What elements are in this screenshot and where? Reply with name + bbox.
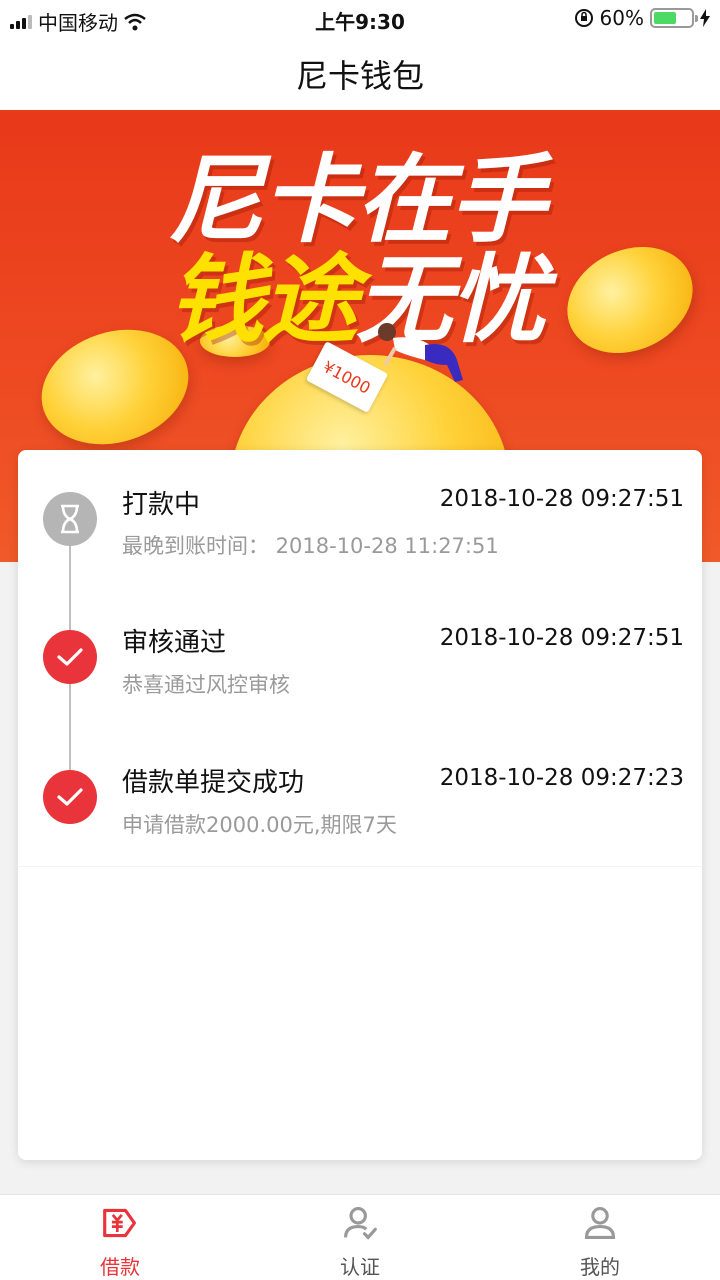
step-title: 审核通过 (122, 628, 227, 658)
step-subtitle: 最晚到账时间： 2018-10-28 11:27:51 (122, 534, 499, 558)
tab-profile[interactable]: 我的 (480, 1195, 720, 1280)
step-time: 2018-10-28 09:27:51 (439, 625, 684, 651)
banner-subheadline: 钱途无忧 (168, 222, 546, 361)
nav-bar: 尼卡钱包 (0, 38, 720, 110)
battery-icon (650, 8, 698, 28)
signal-icon (10, 14, 32, 29)
step-title: 借款单提交成功 (122, 768, 305, 798)
battery-fill (654, 12, 676, 24)
step-subtitle: 恭喜通过风控审核 (122, 673, 290, 697)
step-title: 打款中 (122, 490, 201, 520)
tab-label: 认证 (340, 1255, 380, 1279)
loan-status-card: 打款中 2018-10-28 09:27:51 最晚到账时间： 2018-10-… (18, 450, 702, 1160)
check-icon (43, 630, 97, 684)
carrier-name: 中国移动 (38, 11, 118, 35)
status-bar: 中国移动 上午9:30 60% (0, 0, 720, 38)
divider (18, 866, 702, 867)
orientation-lock-icon (574, 9, 593, 27)
timeline-step-approved: 审核通过 2018-10-28 09:27:51 恭喜通过风控审核 (18, 590, 702, 710)
tab-label: 我的 (580, 1255, 620, 1279)
timeline-step-submitted: 借款单提交成功 2018-10-28 09:27:23 申请借款2000.00元… (18, 730, 702, 850)
charging-icon (700, 9, 710, 27)
status-right: 60% (574, 6, 710, 30)
loan-icon (103, 1208, 136, 1238)
tab-bar: 借款 认证 我的 (0, 1194, 720, 1280)
status-left: 中国移动 (10, 7, 146, 36)
battery-percent: 60% (599, 6, 644, 30)
step-subtitle: 申请借款2000.00元,期限7天 (122, 813, 397, 837)
tab-label: 借款 (100, 1255, 140, 1279)
page-title: 尼卡钱包 (295, 57, 424, 95)
verify-user-icon (344, 1207, 377, 1240)
banner-subheadline-yellow: 钱途 (168, 244, 358, 356)
hourglass-icon (43, 492, 97, 546)
step-time: 2018-10-28 09:27:23 (439, 765, 684, 791)
profile-icon (584, 1207, 616, 1239)
tab-verify[interactable]: 认证 (240, 1195, 480, 1280)
tab-loan[interactable]: 借款 (0, 1195, 240, 1280)
coin-graphic (549, 227, 711, 373)
person-illustration (378, 323, 463, 382)
timeline-step-disbursing: 打款中 2018-10-28 09:27:51 最晚到账时间： 2018-10-… (18, 450, 702, 570)
check-icon (43, 770, 97, 824)
step-time: 2018-10-28 09:27:51 (439, 486, 684, 512)
wifi-icon (124, 13, 146, 30)
money-note-label: ¥1000 (320, 356, 374, 398)
